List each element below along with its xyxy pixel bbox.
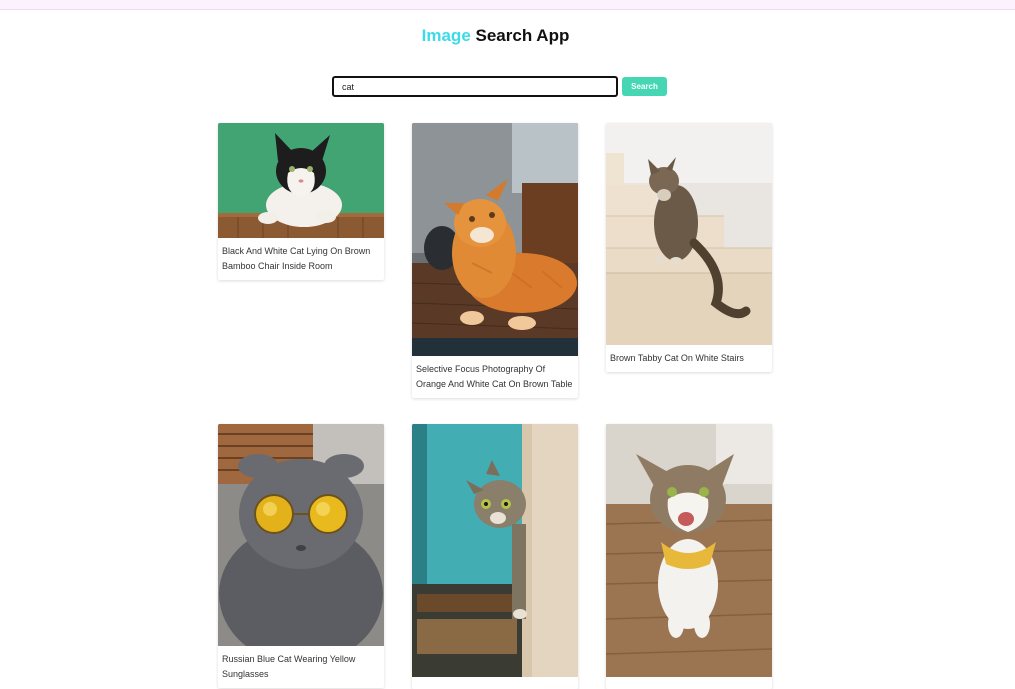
search-input[interactable]: [332, 76, 618, 97]
result-card[interactable]: Black And White Cat Lying On Brown Bambo…: [218, 123, 384, 280]
search-bar: Search: [332, 76, 667, 97]
result-card[interactable]: [606, 424, 772, 689]
result-image[interactable]: [218, 424, 384, 646]
result-card[interactable]: [412, 424, 578, 689]
browser-top-strip: [0, 0, 1015, 10]
result-image[interactable]: [606, 123, 772, 345]
app-title-accent: Image: [421, 26, 471, 45]
result-caption: Selective Focus Photography Of Orange An…: [416, 364, 573, 389]
result-caption: Black And White Cat Lying On Brown Bambo…: [222, 246, 371, 271]
app-title: Image Search App: [0, 26, 991, 46]
result-card[interactable]: Brown Tabby Cat On White Stairs: [606, 123, 772, 372]
result-image[interactable]: [412, 123, 578, 356]
search-button[interactable]: Search: [622, 77, 667, 96]
result-caption: Russian Blue Cat Wearing Yellow Sunglass…: [222, 654, 356, 679]
result-image[interactable]: [606, 424, 772, 677]
result-caption: [412, 677, 578, 689]
result-card[interactable]: Russian Blue Cat Wearing Yellow Sunglass…: [218, 424, 384, 688]
result-card[interactable]: Selective Focus Photography Of Orange An…: [412, 123, 578, 398]
result-caption: [606, 677, 772, 689]
app-title-rest: Search App: [470, 26, 570, 45]
result-image[interactable]: [412, 424, 578, 677]
result-caption: Brown Tabby Cat On White Stairs: [610, 353, 744, 363]
result-image[interactable]: [218, 123, 384, 238]
